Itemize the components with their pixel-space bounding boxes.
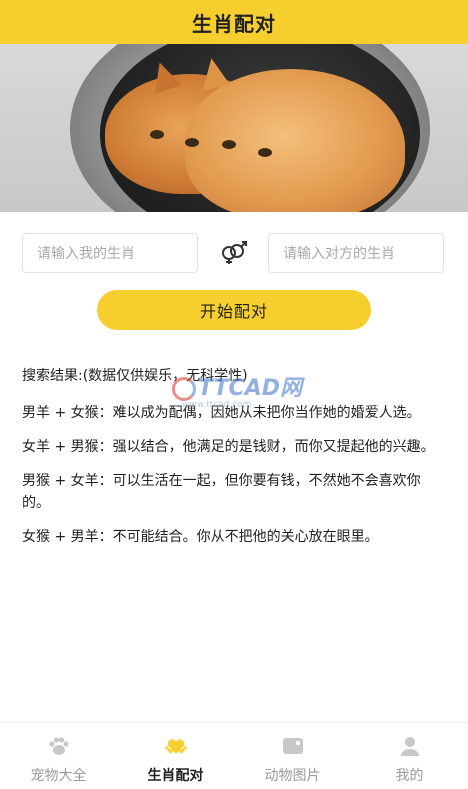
banner-image-cats: [0, 44, 468, 212]
watermark-text: TTCAD网: [198, 376, 302, 401]
paw-icon: [47, 735, 71, 757]
tab-pet-encyclopedia[interactable]: 宠物大全: [0, 723, 117, 789]
image-icon: [281, 735, 305, 757]
cat-ear: [197, 55, 231, 91]
heart-hands-icon: [164, 735, 188, 757]
start-match-label: 开始配对: [199, 302, 268, 321]
tab-label: 宠物大全: [30, 768, 87, 784]
result-item: 女羊 + 男猴：强以结合，他满足的是钱财，而你又提起他的兴趣。: [22, 439, 435, 455]
tab-zodiac-match[interactable]: 生肖配对: [117, 723, 234, 789]
cat-eye: [258, 148, 272, 157]
watermark: TTCAD网: [168, 372, 308, 401]
user-icon: [398, 735, 422, 757]
watermark-logo-icon: [168, 375, 196, 401]
tab-animal-pictures[interactable]: 动物图片: [234, 723, 351, 789]
other-zodiac-input[interactable]: 请输入对方的生肖: [268, 233, 444, 273]
result-item: 女猴 + 男羊：不可能结合。你从不把他的关心放在眼里。: [22, 529, 379, 545]
my-zodiac-placeholder: 请输入我的生肖: [37, 246, 135, 262]
start-match-button[interactable]: 开始配对: [97, 290, 371, 330]
result-item: 男猴 + 女羊：可以生活在一起，但你要有钱，不然她不会喜欢你的。: [22, 473, 421, 511]
my-zodiac-input[interactable]: 请输入我的生肖: [22, 233, 198, 273]
tab-label: 生肖配对: [147, 768, 204, 784]
cat-eye: [222, 140, 236, 149]
tab-profile[interactable]: 我的: [351, 723, 468, 789]
cat-eye: [150, 130, 164, 139]
app-header: 生肖配对: [0, 0, 468, 44]
tab-label: 我的: [395, 768, 424, 784]
other-zodiac-placeholder: 请输入对方的生肖: [283, 246, 395, 262]
bottom-tab-bar: 宠物大全 生肖配对 动物图片 我的: [0, 722, 468, 789]
cat-eye: [185, 138, 199, 147]
tab-label: 动物图片: [264, 768, 321, 784]
watermark-url: www.ttcad.com: [182, 400, 252, 410]
gender-male-female-icon: [218, 239, 250, 267]
page-title: 生肖配对: [192, 11, 276, 36]
